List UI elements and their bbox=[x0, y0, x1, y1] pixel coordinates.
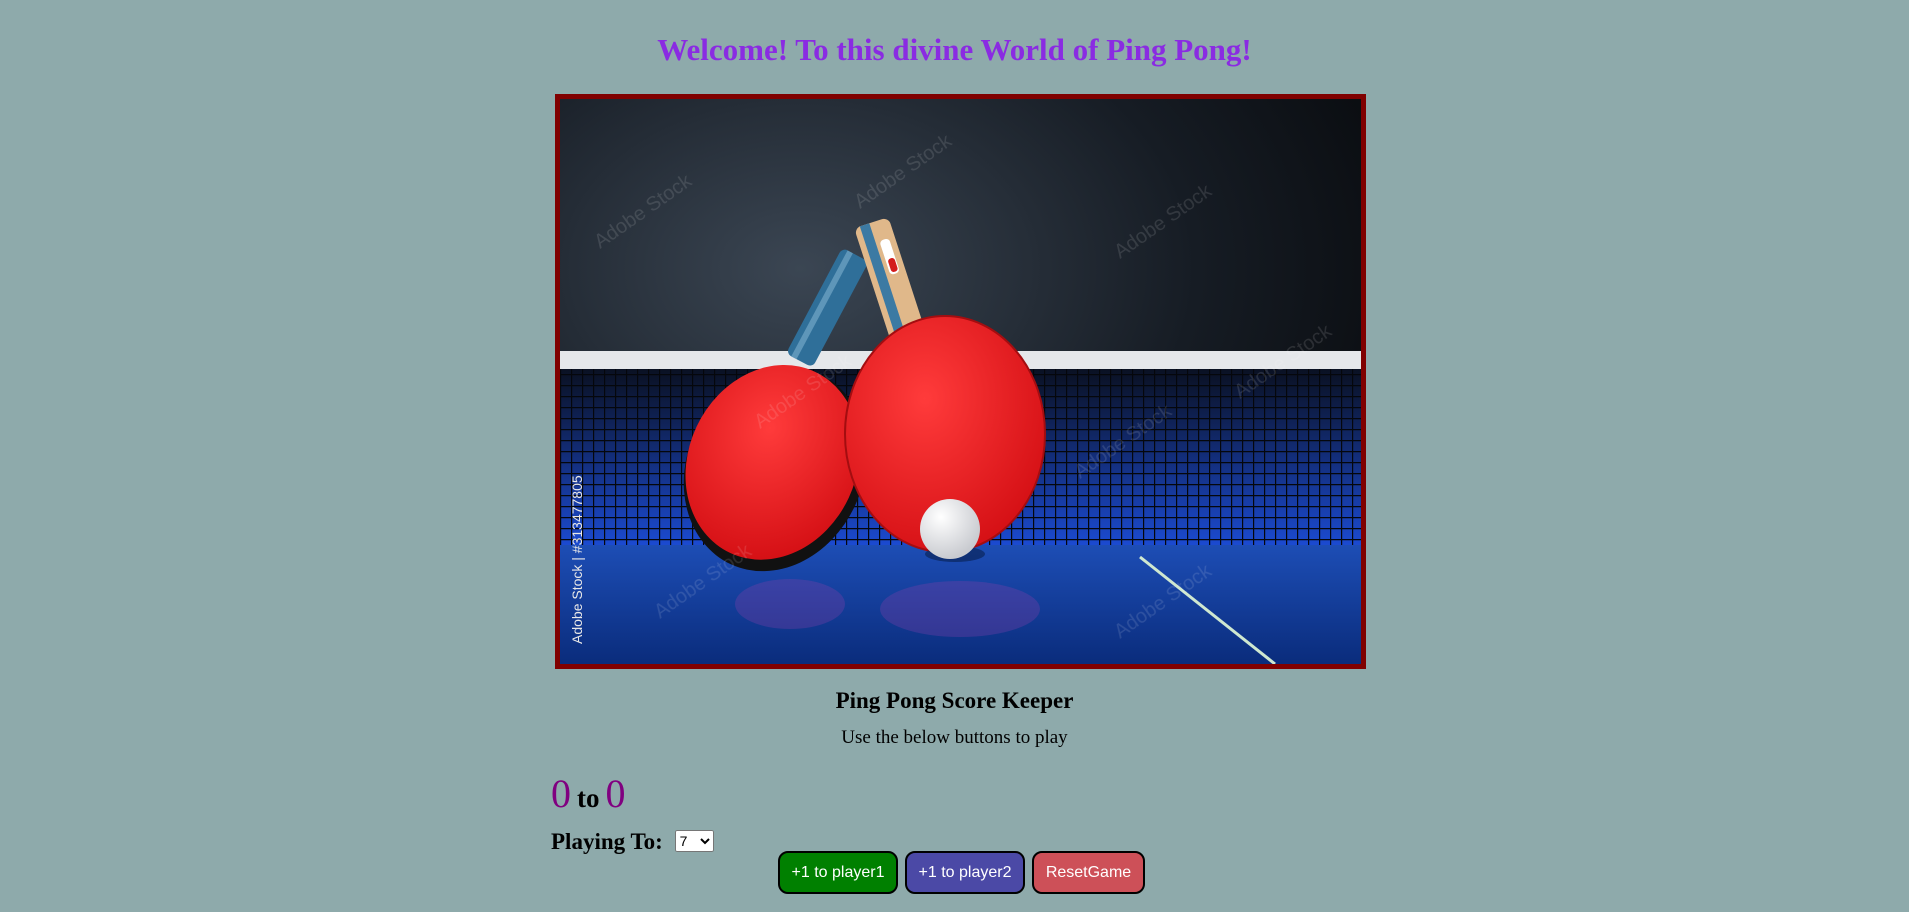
instructions-text: Use the below buttons to play bbox=[841, 727, 1068, 748]
ping-pong-paddles-image: Adobe Stock | #313477805 Adobe Stock Ado… bbox=[560, 99, 1361, 664]
button-row: +1 to player1 +1 to player2 ResetGame bbox=[778, 851, 1145, 894]
watermark-text: Adobe Stock | #313477805 bbox=[569, 475, 585, 644]
playing-to-select[interactable]: 7 bbox=[674, 829, 714, 852]
score-separator: to bbox=[577, 783, 600, 813]
welcome-heading: Welcome! To this divine World of Ping Po… bbox=[657, 32, 1252, 67]
player1-increment-button[interactable]: +1 to player1 bbox=[778, 851, 898, 894]
reset-game-button[interactable]: ResetGame bbox=[1032, 851, 1145, 894]
scoreboard: 0 to 0 bbox=[551, 770, 626, 817]
hero-image: Adobe Stock | #313477805 Adobe Stock Ado… bbox=[555, 94, 1366, 669]
player1-score: 0 bbox=[551, 771, 571, 816]
player2-increment-button[interactable]: +1 to player2 bbox=[905, 851, 1025, 894]
playing-to-label: Playing To: bbox=[551, 829, 663, 854]
score-keeper-title: Ping Pong Score Keeper bbox=[835, 688, 1074, 713]
player2-score: 0 bbox=[605, 771, 626, 816]
playing-to-row: Playing To: 7 bbox=[551, 829, 714, 855]
page: Welcome! To this divine World of Ping Po… bbox=[0, 0, 1909, 912]
